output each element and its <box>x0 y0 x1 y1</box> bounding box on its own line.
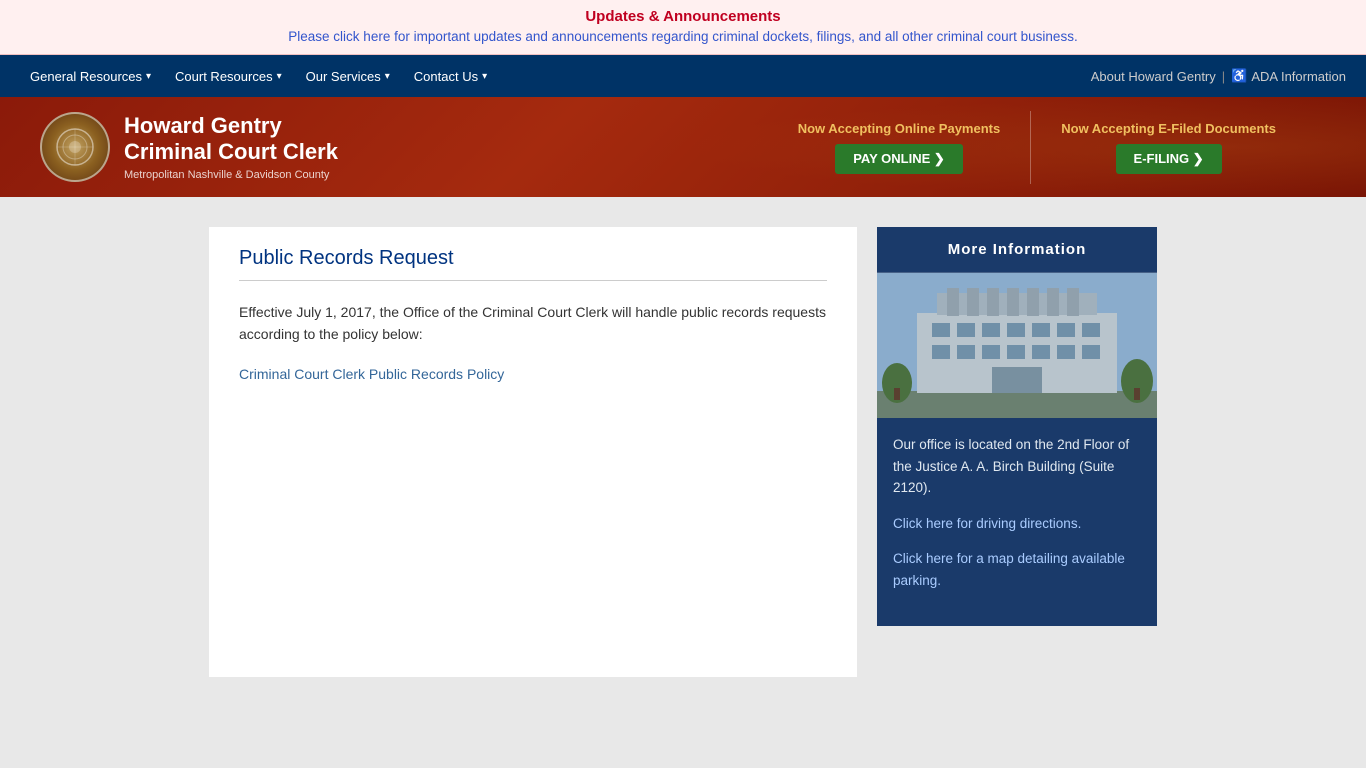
page-title: Public Records Request <box>239 247 827 270</box>
pay-online-label: Now Accepting Online Payments <box>798 121 1001 136</box>
announcement-link[interactable]: Please click here for important updates … <box>288 29 1077 44</box>
logo-area: Howard Gentry Criminal Court Clerk Metro… <box>40 112 338 182</box>
payment-efiling-block: Now Accepting E-Filed Documents E-FILING… <box>1030 111 1306 184</box>
efiling-label: Now Accepting E-Filed Documents <box>1061 121 1276 136</box>
records-policy-link[interactable]: Criminal Court Clerk Public Records Poli… <box>239 366 504 382</box>
nav-court-resources[interactable]: Court Resources ▾ <box>165 55 292 97</box>
chevron-down-icon: ▾ <box>385 71 390 82</box>
page-body: Effective July 1, 2017, the Office of th… <box>239 301 827 346</box>
logo-circle <box>40 112 110 182</box>
parking-map-link[interactable]: Click here for a map detailing available… <box>893 551 1125 588</box>
ada-icon: ♿ <box>1231 68 1247 84</box>
sidebar-office-location: Our office is located on the 2nd Floor o… <box>893 434 1141 499</box>
nav-separator: | <box>1222 69 1225 84</box>
payment-area: Now Accepting Online Payments PAY ONLINE… <box>768 111 1306 184</box>
left-content: Public Records Request Effective July 1,… <box>209 227 857 677</box>
building-svg <box>877 273 1157 418</box>
logo-main-name: Howard Gentry <box>124 113 338 139</box>
pay-online-button[interactable]: PAY ONLINE ❯ <box>835 144 963 174</box>
nav-right: About Howard Gentry | ♿ ADA Information <box>1091 68 1346 84</box>
chevron-down-icon: ▾ <box>146 71 151 82</box>
chevron-down-icon: ▾ <box>277 71 282 82</box>
announcement-bar: Updates & Announcements Please click her… <box>0 0 1366 55</box>
logo-text: Howard Gentry Criminal Court Clerk Metro… <box>124 113 338 182</box>
driving-directions-link[interactable]: Click here for driving directions. <box>893 516 1081 531</box>
nav-general-resources[interactable]: General Resources ▾ <box>20 55 161 97</box>
announcement-body[interactable]: Please click here for important updates … <box>16 29 1350 44</box>
nav-contact-us[interactable]: Contact Us ▾ <box>404 55 497 97</box>
announcement-title: Updates & Announcements <box>16 8 1350 25</box>
chevron-down-icon: ▾ <box>482 71 487 82</box>
logo-sub-name: Criminal Court Clerk <box>124 139 338 165</box>
nav-bar: General Resources ▾ Court Resources ▾ Ou… <box>0 55 1366 97</box>
page-title-row: Public Records Request <box>239 247 827 281</box>
right-sidebar: More Information <box>877 227 1157 626</box>
sidebar-building-image <box>877 273 1157 418</box>
logo-icon <box>55 127 95 167</box>
sidebar-body: Our office is located on the 2nd Floor o… <box>877 418 1157 626</box>
nav-our-services[interactable]: Our Services ▾ <box>296 55 400 97</box>
nav-ada-info[interactable]: ADA Information <box>1251 69 1346 84</box>
nav-about-howard[interactable]: About Howard Gentry <box>1091 69 1216 84</box>
sidebar-header: More Information <box>877 227 1157 273</box>
payment-online-block: Now Accepting Online Payments PAY ONLINE… <box>768 111 1031 184</box>
logo-metro: Metropolitan Nashville & Davidson County <box>124 169 338 181</box>
efiling-button[interactable]: E-FILING ❯ <box>1116 144 1222 174</box>
header-banner: Howard Gentry Criminal Court Clerk Metro… <box>0 97 1366 197</box>
nav-left: General Resources ▾ Court Resources ▾ Ou… <box>20 55 497 97</box>
main-content: Public Records Request Effective July 1,… <box>193 227 1173 677</box>
